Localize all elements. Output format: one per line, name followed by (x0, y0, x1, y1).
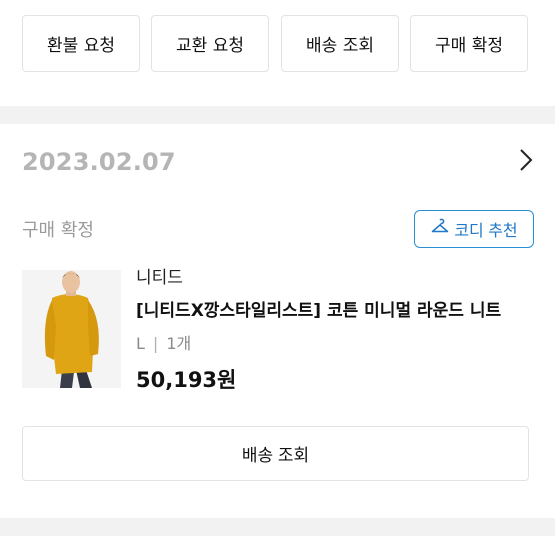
option-separator: | (152, 334, 159, 353)
section-divider (0, 106, 555, 124)
coordi-recommend-button[interactable]: 코디 추천 (414, 210, 534, 248)
section-divider-bottom (0, 518, 555, 536)
product-thumbnail[interactable] (22, 270, 121, 388)
order-card: 2023.02.07 구매 확정 코디 추천 니티드 [니티드X깡스타일리스트]… (0, 124, 555, 518)
chevron-right-icon[interactable] (512, 146, 540, 174)
product-price: 50,193원 (136, 368, 237, 392)
order-date: 2023.02.07 (22, 148, 176, 176)
coordi-button-label: 코디 추천 (454, 223, 518, 240)
exchange-request-button[interactable]: 교환 요청 (151, 15, 269, 72)
option-quantity: 1개 (166, 334, 192, 353)
hanger-icon (430, 217, 450, 242)
order-action-bar: 환불 요청 교환 요청 배송 조회 구매 확정 (0, 0, 555, 106)
track-shipping-button[interactable]: 배송 조회 (281, 15, 399, 72)
track-shipping-card-button[interactable]: 배송 조회 (22, 426, 529, 481)
product-brand: 니티드 (136, 268, 183, 288)
confirm-purchase-button[interactable]: 구매 확정 (410, 15, 528, 72)
refund-request-button[interactable]: 환불 요청 (22, 15, 140, 72)
product-option: L | 1개 (136, 330, 191, 354)
order-status: 구매 확정 (22, 220, 94, 241)
option-size: L (136, 334, 145, 353)
product-title[interactable]: [니티드X깡스타일리스트] 코튼 미니멀 라운드 니트 (136, 296, 536, 321)
